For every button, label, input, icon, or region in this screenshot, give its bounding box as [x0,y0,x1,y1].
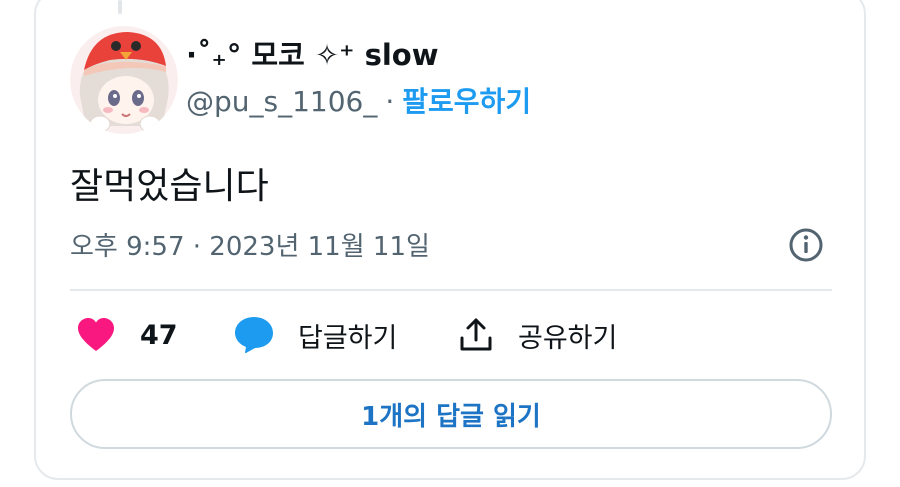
reply-label: 답글하기 [298,322,398,354]
share-icon [460,318,492,351]
thread-line [118,0,122,14]
share-button[interactable]: 공유하기 [458,313,617,357]
separator-dot: · [385,85,395,118]
heart-icon [78,318,114,351]
avatar[interactable] [70,26,178,134]
follow-button[interactable]: 팔로우하기 [402,85,531,118]
handle-row: @pu_s_1106_ · 팔로우하기 [186,80,531,120]
tweet-text: 잘먹었습니다 [70,166,269,207]
share-label: 공유하기 [518,322,618,354]
avatar-image [70,26,178,134]
tweet-timestamp[interactable]: 오후 9:57 · 2023년 11월 11일 [70,226,430,263]
display-name[interactable]: ·˚₊° 모코 ✧⁺ slow [186,32,439,74]
like-count: 47 [140,319,178,351]
reply-bubble-icon [235,317,273,354]
reply-button[interactable]: 답글하기 [234,313,397,357]
like-button[interactable]: 47 [76,313,178,357]
read-replies-button[interactable]: 1개의 답글 읽기 [70,379,832,449]
user-handle[interactable]: @pu_s_1106_ [186,85,377,118]
info-icon[interactable] [788,227,824,263]
divider [70,289,832,291]
